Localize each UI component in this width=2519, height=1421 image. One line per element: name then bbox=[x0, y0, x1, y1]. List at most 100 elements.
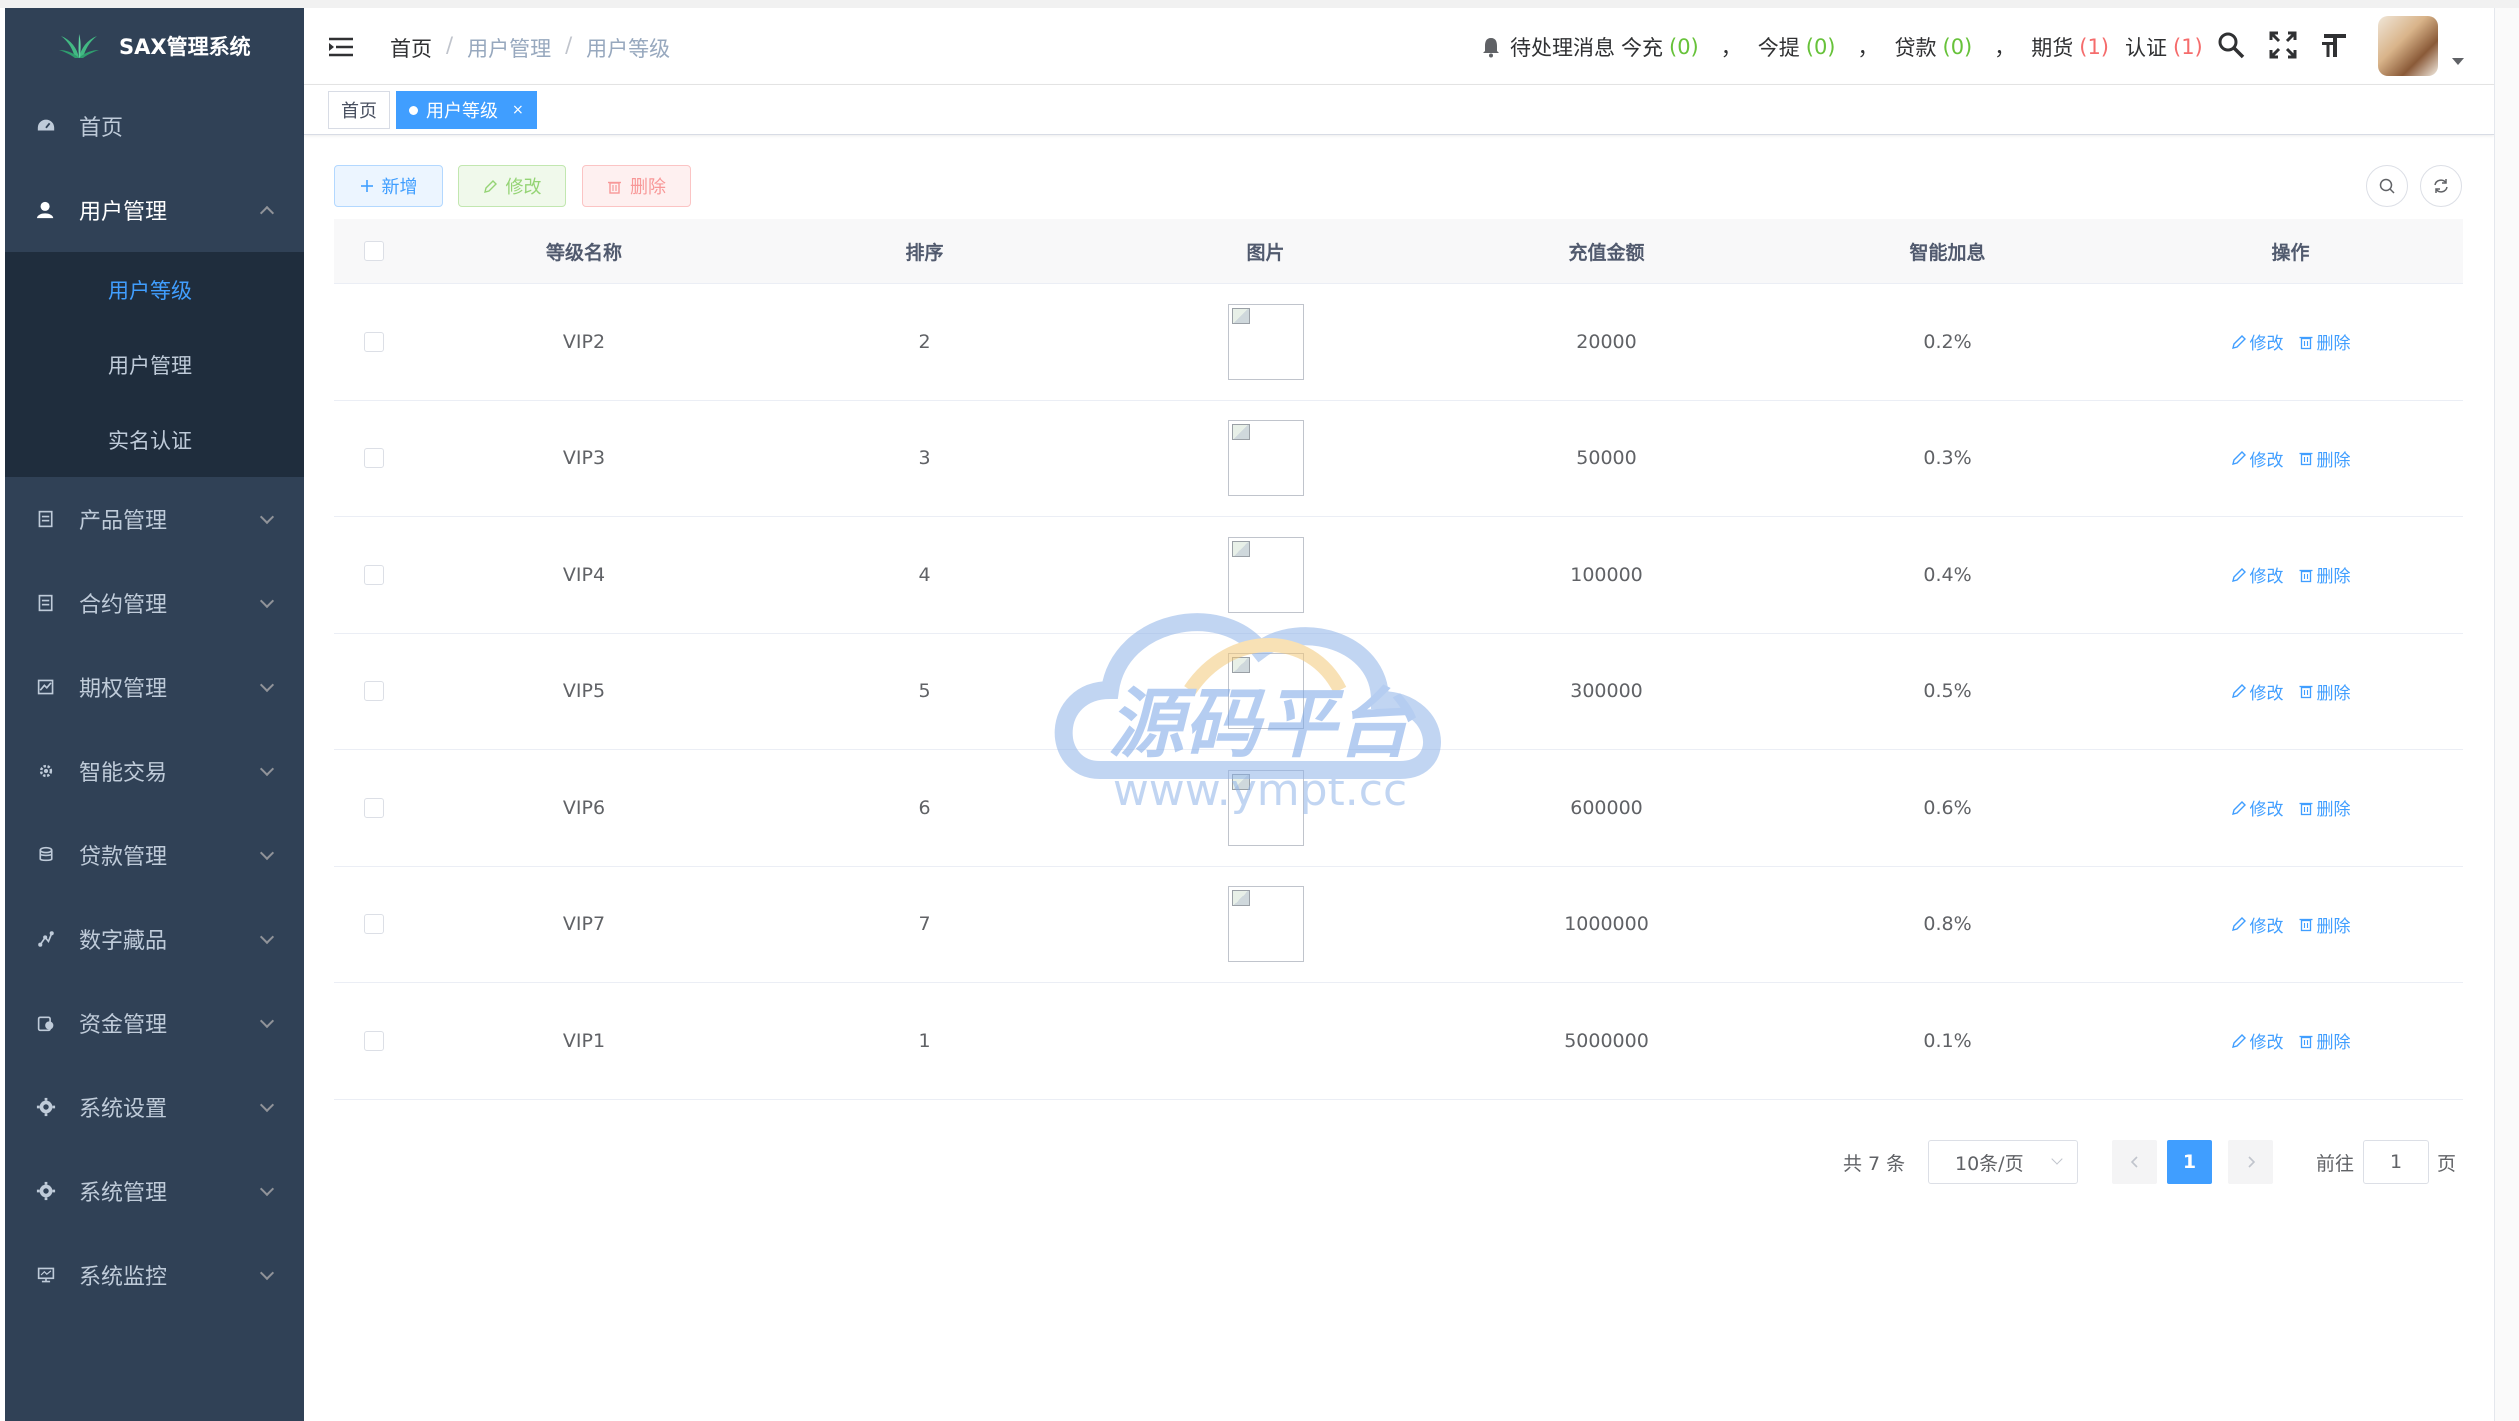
menu-label-product: 产品管理 bbox=[79, 509, 168, 534]
logo[interactable]: SAX管理系统 bbox=[5, 8, 304, 84]
avatar[interactable] bbox=[2378, 16, 2438, 76]
page-size-select[interactable]: 10条/页 bbox=[1928, 1140, 2078, 1184]
bell-icon bbox=[1483, 38, 1499, 58]
row-select-cell bbox=[334, 681, 414, 702]
hamburger-icon[interactable] bbox=[328, 36, 354, 58]
chevron-left-icon bbox=[2130, 1156, 2138, 1168]
next-page-button[interactable] bbox=[2228, 1140, 2273, 1184]
row-edit-link[interactable]: 修改 bbox=[2231, 1028, 2284, 1053]
row-edit-link[interactable]: 修改 bbox=[2231, 795, 2284, 820]
breadcrumb-home[interactable]: 首页 bbox=[390, 33, 432, 63]
trash-icon bbox=[2299, 1035, 2312, 1048]
menu-item-system-settings[interactable]: 系统设置 bbox=[5, 1065, 304, 1149]
row-delete-link[interactable]: 删除 bbox=[2298, 912, 2351, 937]
row-select-cell bbox=[334, 1030, 414, 1051]
row-delete-link[interactable]: 删除 bbox=[2298, 1028, 2351, 1053]
row-edit-link[interactable]: 修改 bbox=[2231, 912, 2284, 937]
edit-button[interactable]: 修改 bbox=[458, 165, 566, 207]
edit-icon bbox=[2231, 1033, 2246, 1048]
trash-icon bbox=[2299, 919, 2312, 932]
chevron-down-icon bbox=[259, 845, 275, 861]
row-delete-link[interactable]: 删除 bbox=[2298, 562, 2351, 587]
submenu-user-management: 用户等级 用户管理 实名认证 bbox=[5, 252, 304, 477]
menu-item-funds[interactable]: 资金管理 bbox=[5, 981, 304, 1065]
menu-item-smart-trade[interactable]: 智能交易 bbox=[5, 729, 304, 813]
cell-recharge-amount: 600000 bbox=[1570, 796, 1643, 819]
cell-image bbox=[1095, 886, 1436, 963]
notice-auth-count: (1) bbox=[2173, 35, 2203, 59]
menu-item-user-management[interactable]: 用户管理 bbox=[5, 168, 304, 252]
cell-smart-interest: 0.6% bbox=[1923, 796, 1972, 819]
row-checkbox[interactable] bbox=[364, 331, 384, 352]
goto-page-input[interactable]: 1 bbox=[2363, 1140, 2429, 1184]
menu-item-digital-collection[interactable]: 数字藏品 bbox=[5, 897, 304, 981]
trash-icon bbox=[2299, 686, 2312, 699]
row-edit-link[interactable]: 修改 bbox=[2231, 679, 2284, 704]
menu-item-system-monitor[interactable]: 系统监控 bbox=[5, 1233, 304, 1317]
row-select-cell bbox=[334, 448, 414, 469]
select-all-checkbox[interactable] bbox=[364, 241, 384, 261]
row-delete-link[interactable]: 删除 bbox=[2298, 795, 2351, 820]
row-edit-link[interactable]: 修改 bbox=[2231, 562, 2284, 587]
chevron-down-icon bbox=[259, 677, 275, 693]
notice-loan-label: 贷款 bbox=[1894, 36, 1937, 60]
menu-item-options[interactable]: 期权管理 bbox=[5, 645, 304, 729]
row-checkbox[interactable] bbox=[364, 564, 384, 585]
cell-image bbox=[1095, 653, 1436, 730]
edit-icon bbox=[2231, 334, 2246, 349]
cell-smart-interest: 0.2% bbox=[1923, 330, 1972, 353]
caret-down-icon[interactable] bbox=[2452, 58, 2464, 65]
cell-level-name: VIP6 bbox=[562, 796, 606, 819]
cell-recharge-amount: 50000 bbox=[1576, 447, 1637, 470]
breadcrumb-user-level: 用户等级 bbox=[586, 37, 671, 61]
chevron-right-icon bbox=[2247, 1156, 2255, 1168]
pending-messages[interactable]: 待处理消息 今充 (0) ， 今提 (0) ， 贷款 (0) ， 期货 (1) … bbox=[1480, 32, 2209, 62]
menu-label-digital-collection: 数字藏品 bbox=[79, 929, 168, 954]
right-scroll-strip bbox=[2494, 8, 2519, 1421]
row-checkbox[interactable] bbox=[364, 448, 384, 469]
row-checkbox[interactable] bbox=[364, 914, 384, 935]
prev-page-button[interactable] bbox=[2112, 1140, 2157, 1184]
chevron-down-icon bbox=[259, 1265, 275, 1281]
breadcrumb-separator: / bbox=[565, 33, 573, 57]
header-level-name: 等级名称 bbox=[545, 241, 622, 264]
delete-button[interactable]: 删除 bbox=[582, 165, 691, 207]
user-level-table: 等级名称 排序 图片 充值金额 智能加息 操作 VIP2 2 20000 0.2% 修改… bbox=[334, 219, 2463, 1100]
row-edit-link[interactable]: 修改 bbox=[2231, 329, 2284, 354]
notice-futures-label: 期货 bbox=[2031, 36, 2074, 60]
sidebar-item-user-level[interactable]: 用户等级 bbox=[5, 252, 304, 327]
cell-level-name: VIP1 bbox=[562, 1029, 606, 1052]
font-size-icon[interactable] bbox=[2320, 30, 2350, 60]
search-icon[interactable] bbox=[2216, 30, 2246, 60]
search-toggle-button[interactable] bbox=[2366, 165, 2408, 207]
sidebar-item-real-name-auth[interactable]: 实名认证 bbox=[5, 402, 304, 477]
notice-futures-count: (1) bbox=[2079, 35, 2109, 59]
menu-item-contract[interactable]: 合约管理 bbox=[5, 561, 304, 645]
chevron-down-icon bbox=[259, 1097, 275, 1113]
tag-home[interactable]: 首页 bbox=[328, 91, 390, 129]
cell-sort: 1 bbox=[918, 1029, 931, 1052]
tag-user-level[interactable]: 用户等级 × bbox=[396, 91, 537, 129]
chevron-down-icon bbox=[259, 593, 275, 609]
row-edit-link[interactable]: 修改 bbox=[2231, 446, 2284, 471]
row-delete-link[interactable]: 删除 bbox=[2298, 446, 2351, 471]
broken-image-icon bbox=[1227, 886, 1304, 963]
menu-item-home[interactable]: 首页 bbox=[5, 84, 304, 168]
refresh-button[interactable] bbox=[2420, 165, 2462, 207]
row-delete-link[interactable]: 删除 bbox=[2298, 679, 2351, 704]
row-checkbox[interactable] bbox=[364, 1030, 384, 1051]
cell-recharge-amount: 20000 bbox=[1576, 330, 1637, 353]
row-checkbox[interactable] bbox=[364, 681, 384, 702]
add-button[interactable]: 新增 bbox=[334, 165, 443, 207]
close-icon[interactable]: × bbox=[512, 102, 524, 118]
row-checkbox[interactable] bbox=[364, 797, 384, 818]
fullscreen-icon[interactable] bbox=[2268, 30, 2298, 60]
menu-item-product[interactable]: 产品管理 bbox=[5, 477, 304, 561]
sidebar-item-user-list[interactable]: 用户管理 bbox=[5, 327, 304, 402]
cell-actions: 修改 删除 bbox=[2118, 562, 2463, 587]
row-delete-link[interactable]: 删除 bbox=[2298, 329, 2351, 354]
page-number-current[interactable]: 1 bbox=[2167, 1140, 2212, 1184]
menu-item-system-management[interactable]: 系统管理 bbox=[5, 1149, 304, 1233]
menu-item-loan[interactable]: 贷款管理 bbox=[5, 813, 304, 897]
document-icon bbox=[35, 592, 57, 614]
